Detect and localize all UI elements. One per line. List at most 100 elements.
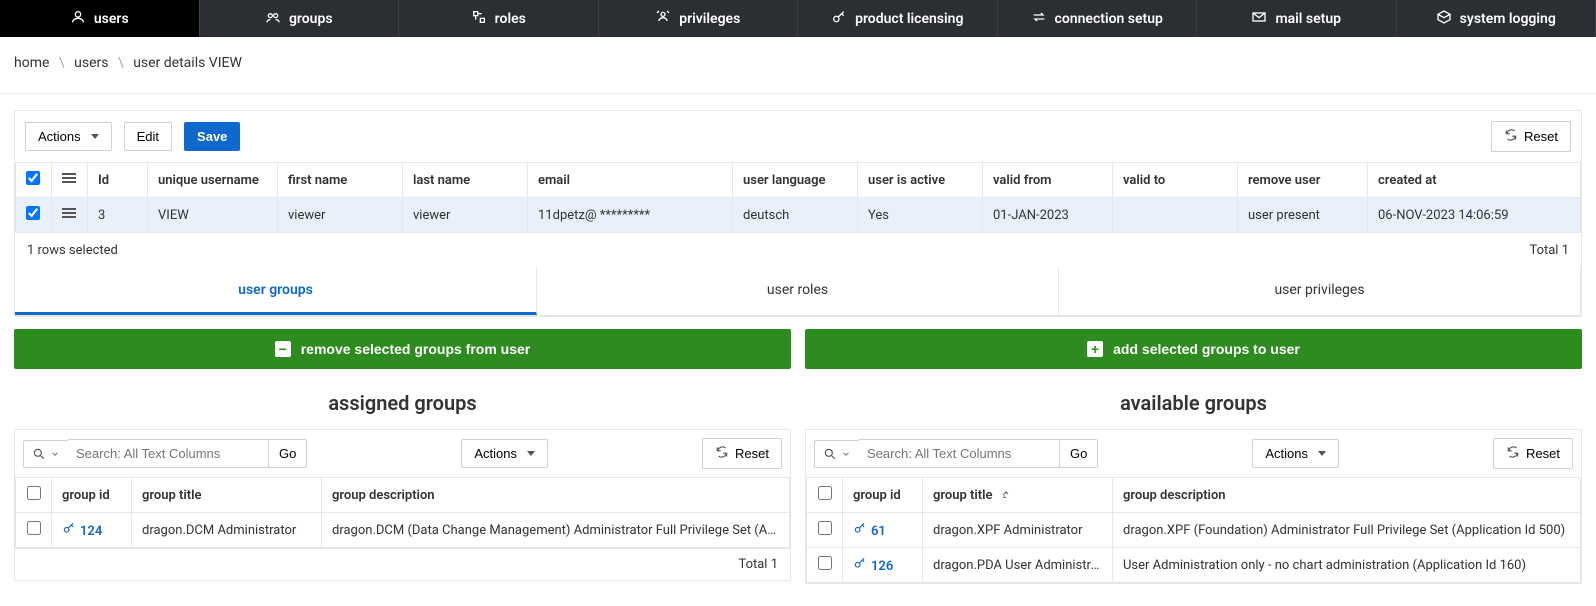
assigned-title: assigned groups: [14, 391, 791, 415]
assigned-column: − remove selected groups from user assig…: [14, 329, 791, 584]
row-menu[interactable]: [52, 198, 88, 233]
table-row[interactable]: 124 dragon.DCM Administratordragon.DCM (D…: [16, 513, 790, 548]
row-checkbox[interactable]: [807, 548, 843, 583]
available-actions-button[interactable]: Actions: [1252, 439, 1339, 468]
available-reset-button[interactable]: Reset: [1493, 438, 1573, 469]
log-icon: [1436, 9, 1452, 29]
cell-remove: user present: [1238, 198, 1368, 233]
nav-logging[interactable]: system logging: [1397, 0, 1596, 37]
col-id[interactable]: Id: [88, 163, 148, 198]
col-remove[interactable]: remove user: [1238, 163, 1368, 198]
group-id-link[interactable]: 126: [871, 559, 893, 574]
plus-icon: +: [1087, 341, 1103, 357]
cell-username: VIEW: [148, 198, 278, 233]
assigned-col-title[interactable]: group title: [132, 478, 322, 513]
row-checkbox[interactable]: [16, 198, 52, 233]
col-lang[interactable]: user language: [733, 163, 858, 198]
available-go-button[interactable]: Go: [1059, 439, 1098, 468]
assigned-reset-button[interactable]: Reset: [702, 438, 782, 469]
hamburger-icon: [62, 206, 76, 220]
assigned-table: group id group title group description 1…: [15, 477, 790, 548]
subtabs: user groups user roles user privileges: [15, 268, 1581, 316]
breadcrumb-users[interactable]: users: [74, 55, 108, 71]
cell-from: 01-JAN-2023: [983, 198, 1113, 233]
group-id-link[interactable]: 61: [871, 524, 886, 539]
reset-icon: [1504, 128, 1518, 145]
table-row[interactable]: 126dragon.PDA User AdministratorUser Adm…: [807, 548, 1581, 583]
cell-group-id[interactable]: 61: [843, 513, 923, 548]
swap-icon: [1031, 9, 1047, 29]
col-username[interactable]: unique username: [148, 163, 278, 198]
assigned-go-button[interactable]: Go: [268, 439, 307, 468]
available-col-id[interactable]: group id: [843, 478, 923, 513]
col-title-text: group title: [933, 488, 993, 503]
reset-label: Reset: [735, 446, 769, 461]
col-last[interactable]: last name: [403, 163, 528, 198]
cell-lang: deutsch: [733, 198, 858, 233]
available-search-input[interactable]: [859, 439, 1059, 468]
header-checkbox[interactable]: [16, 163, 52, 198]
row-checkbox[interactable]: [807, 513, 843, 548]
cell-group-id[interactable]: 124: [52, 513, 132, 548]
cell-group-title: dragon.DCM Administrator: [132, 513, 322, 548]
available-title: available groups: [805, 391, 1582, 415]
col-to[interactable]: valid to: [1113, 163, 1238, 198]
assigned-header-checkbox[interactable]: [16, 478, 52, 513]
actions-button[interactable]: Actions: [25, 122, 112, 151]
nav-connection[interactable]: connection setup: [998, 0, 1198, 37]
assigned-actions-button[interactable]: Actions: [461, 439, 548, 468]
cell-group-desc: dragon.DCM (Data Change Management) Admi…: [322, 513, 790, 548]
key-icon: [831, 9, 847, 29]
col-first[interactable]: first name: [278, 163, 403, 198]
col-from[interactable]: valid from: [983, 163, 1113, 198]
rows-total: Total 1: [1529, 243, 1569, 258]
nav-label: roles: [495, 11, 526, 27]
table-row[interactable]: 61dragon.XPF Administratordragon.XPF (Fo…: [807, 513, 1581, 548]
available-header-checkbox[interactable]: [807, 478, 843, 513]
edit-button[interactable]: Edit: [124, 122, 172, 151]
available-col-desc[interactable]: group description: [1113, 478, 1581, 513]
nav-groups[interactable]: groups: [200, 0, 400, 37]
rows-selected: 1 rows selected: [27, 243, 118, 258]
search-menu-button[interactable]: [814, 440, 859, 468]
search-menu-button[interactable]: [23, 440, 68, 468]
header-rowmenu[interactable]: [52, 163, 88, 198]
nav-mail[interactable]: mail setup: [1197, 0, 1397, 37]
reset-button[interactable]: Reset: [1491, 121, 1571, 152]
nav-privileges[interactable]: privileges: [599, 0, 799, 37]
tab-user-groups[interactable]: user groups: [15, 268, 537, 315]
available-table: group id group title group description 6…: [806, 477, 1581, 583]
cell-first: viewer: [278, 198, 403, 233]
add-groups-label: add selected groups to user: [1113, 341, 1300, 357]
save-button[interactable]: Save: [184, 122, 240, 151]
key-icon: [853, 521, 867, 535]
assigned-box: Go Actions Reset group id group title gr…: [14, 429, 791, 581]
minus-icon: −: [275, 341, 291, 357]
col-active[interactable]: user is active: [858, 163, 983, 198]
assigned-search-input[interactable]: [68, 439, 268, 468]
tab-user-roles[interactable]: user roles: [537, 268, 1059, 315]
nav-roles[interactable]: roles: [399, 0, 599, 37]
group-id-link[interactable]: 124: [80, 524, 102, 539]
breadcrumb-home[interactable]: home: [14, 55, 49, 71]
cell-group-id[interactable]: 126: [843, 548, 923, 583]
top-nav: users groups roles privileges product li…: [0, 0, 1596, 37]
col-created[interactable]: created at: [1368, 163, 1581, 198]
remove-groups-button[interactable]: − remove selected groups from user: [14, 329, 791, 369]
tab-user-privileges[interactable]: user privileges: [1059, 268, 1581, 315]
assigned-col-desc[interactable]: group description: [322, 478, 790, 513]
user-details-panel: Actions Edit Save Reset Id unique userna…: [14, 110, 1582, 317]
nav-label: mail setup: [1275, 11, 1341, 27]
nav-licensing[interactable]: product licensing: [798, 0, 998, 37]
user-table: Id unique username first name last name …: [15, 162, 1581, 233]
nav-label: users: [94, 11, 129, 27]
user-row[interactable]: 3 VIEW viewer viewer 11dpetz@ ********* …: [16, 198, 1581, 233]
nav-users[interactable]: users: [0, 0, 200, 37]
available-col-title[interactable]: group title: [923, 478, 1113, 513]
roles-icon: [471, 9, 487, 29]
add-groups-button[interactable]: + add selected groups to user: [805, 329, 1582, 369]
col-email[interactable]: email: [528, 163, 733, 198]
nav-label: groups: [289, 11, 333, 27]
row-checkbox[interactable]: [16, 513, 52, 548]
assigned-col-id[interactable]: group id: [52, 478, 132, 513]
